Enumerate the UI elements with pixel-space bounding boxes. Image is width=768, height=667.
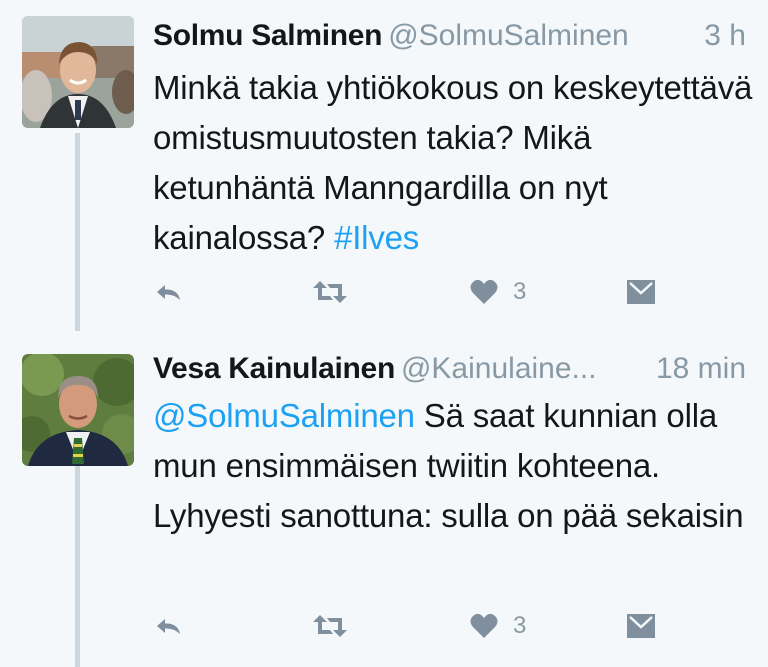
retweet-icon bbox=[313, 615, 347, 637]
tweet-text: @SolmuSalminen Sä saat kunnian olla mun … bbox=[153, 391, 753, 541]
retweet-button[interactable] bbox=[311, 606, 349, 646]
tweet-text-plain: Minkä takia yhtiökokous on keskeytettävä… bbox=[153, 69, 753, 256]
timestamp[interactable]: 3 h bbox=[690, 16, 746, 56]
author-name[interactable]: Solmu Salminen bbox=[153, 19, 382, 52]
author-name[interactable]: Vesa Kainulainen bbox=[153, 352, 395, 385]
tweet-header: Solmu Salminen @SolmuSalminen 3 h bbox=[153, 16, 746, 56]
retweet-icon bbox=[313, 281, 347, 303]
reply-icon bbox=[157, 619, 180, 634]
author-handle[interactable]: @SolmuSalminen bbox=[388, 19, 629, 52]
hashtag-link[interactable]: #Ilves bbox=[334, 219, 419, 256]
like-count: 3 bbox=[513, 612, 527, 639]
tweet[interactable]: Solmu Salminen @SolmuSalminen 3 h Minkä t… bbox=[0, 0, 768, 334]
tweet-actions: 3 bbox=[153, 272, 673, 312]
reply-button[interactable] bbox=[153, 606, 185, 646]
heart-icon bbox=[470, 613, 498, 638]
like-button[interactable]: 3 bbox=[469, 606, 526, 646]
reply-icon bbox=[157, 285, 180, 300]
conversation-thread: Solmu Salminen @SolmuSalminen 3 h Minkä t… bbox=[0, 0, 768, 667]
avatar-photo bbox=[22, 354, 134, 466]
like-count: 3 bbox=[513, 278, 527, 305]
retweet-button[interactable] bbox=[311, 272, 349, 312]
envelope-icon bbox=[627, 614, 655, 638]
avatar-photo bbox=[22, 16, 134, 128]
reply-button[interactable] bbox=[153, 272, 185, 312]
direct-message-button[interactable] bbox=[626, 272, 656, 312]
avatar[interactable] bbox=[22, 16, 134, 128]
tweet-text: Minkä takia yhtiökokous on keskeytettävä… bbox=[153, 63, 753, 263]
author-handle[interactable]: @Kainulaine... bbox=[401, 352, 597, 385]
direct-message-button[interactable] bbox=[626, 606, 656, 646]
heart-icon bbox=[470, 279, 498, 304]
tweet-header: Vesa Kainulainen @Kainulaine... 18 min bbox=[153, 349, 746, 389]
envelope-icon bbox=[627, 280, 655, 304]
avatar[interactable] bbox=[22, 354, 134, 466]
like-button[interactable]: 3 bbox=[469, 272, 526, 312]
timestamp[interactable]: 18 min bbox=[641, 349, 746, 389]
tweet-actions: 3 bbox=[153, 606, 673, 646]
tweet[interactable]: Vesa Kainulainen @Kainulaine... 18 min @S… bbox=[0, 334, 768, 667]
mention-link[interactable]: @SolmuSalminen bbox=[153, 397, 415, 434]
